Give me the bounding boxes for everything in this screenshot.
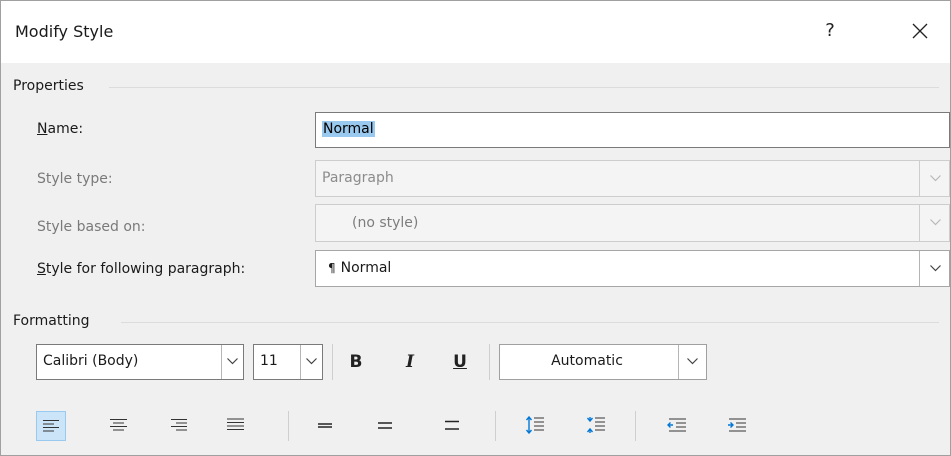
style-type-dropdown-button[interactable]	[919, 161, 949, 196]
chevron-down-icon	[306, 358, 317, 365]
font-color-combo[interactable]: Automatic	[499, 344, 707, 380]
following-paragraph-select[interactable]: ¶ Normal	[315, 250, 950, 287]
toolbar-separator	[332, 344, 333, 380]
style-based-on-label: Style based on:	[37, 219, 146, 235]
close-icon	[912, 23, 928, 39]
increase-paragraph-spacing-button[interactable]	[520, 411, 550, 441]
increase-indent-button[interactable]	[721, 411, 751, 441]
double-spacing-button[interactable]	[438, 411, 468, 441]
toolbar-separator	[288, 411, 289, 441]
decrease-indent-icon	[667, 418, 686, 432]
increase-indent-icon	[728, 418, 746, 432]
name-label-mnemonic: N	[37, 121, 48, 137]
decrease-spacing-icon	[587, 417, 605, 433]
following-label-mnemonic: S	[37, 261, 46, 277]
title-bar: Modify Style ?	[1, 1, 950, 63]
name-input[interactable]: Normal	[315, 112, 950, 148]
chevron-down-icon	[687, 358, 698, 365]
style-type-value: Paragraph	[322, 170, 394, 186]
justify-icon	[227, 418, 244, 431]
formatting-divider	[121, 322, 939, 323]
following-label-rest: tyle for following paragraph:	[45, 261, 246, 277]
name-label: Name:	[37, 121, 83, 137]
name-label-rest: ame:	[47, 121, 84, 137]
single-spacing-icon	[318, 423, 332, 428]
chevron-down-icon	[930, 219, 941, 226]
bold-button[interactable]: B	[341, 347, 371, 377]
dialog-title: Modify Style	[15, 22, 114, 41]
align-right-button[interactable]	[164, 411, 194, 441]
paragraph-mark-icon: ¶	[328, 261, 336, 275]
following-paragraph-dropdown-button[interactable]	[919, 251, 949, 286]
double-spacing-icon	[445, 420, 459, 430]
style-type-label: Style type:	[37, 171, 113, 187]
font-color-dropdown-button[interactable]	[678, 345, 706, 379]
font-size-value: 11	[260, 353, 278, 369]
name-selected-text: Normal	[322, 121, 375, 137]
chevron-down-icon	[227, 358, 238, 365]
properties-section-title: Properties	[13, 78, 84, 94]
decrease-indent-button[interactable]	[661, 411, 691, 441]
chevron-down-icon	[930, 174, 941, 181]
one-half-spacing-button[interactable]	[371, 411, 401, 441]
font-name-dropdown-button[interactable]	[221, 345, 243, 379]
following-paragraph-label: Style for following paragraph:	[37, 261, 245, 277]
properties-divider	[109, 87, 939, 88]
font-size-combo[interactable]: 11	[253, 344, 323, 380]
justify-button[interactable]	[221, 411, 251, 441]
increase-spacing-icon	[526, 416, 544, 434]
italic-button[interactable]: I	[395, 347, 425, 377]
toolbar-separator	[635, 411, 636, 441]
name-input-value: Normal	[322, 121, 375, 137]
help-button[interactable]: ?	[813, 13, 847, 49]
close-button[interactable]	[900, 13, 940, 49]
chevron-down-icon	[930, 264, 941, 271]
decrease-paragraph-spacing-button[interactable]	[581, 411, 611, 441]
underline-button[interactable]: U	[445, 347, 475, 377]
align-right-icon	[171, 418, 187, 431]
single-spacing-button[interactable]	[311, 411, 341, 441]
modify-style-dialog: Modify Style ? Properties Name: Normal S…	[0, 0, 951, 456]
following-paragraph-text: Normal	[340, 260, 392, 276]
align-center-icon	[110, 418, 127, 431]
style-based-on-select[interactable]: (no style)	[315, 204, 950, 242]
font-color-value: Automatic	[551, 353, 623, 369]
one-half-spacing-icon	[378, 422, 392, 429]
style-based-on-dropdown-button[interactable]	[919, 205, 949, 241]
font-name-combo[interactable]: Calibri (Body)	[36, 344, 244, 380]
following-paragraph-value: ¶ Normal	[328, 260, 391, 276]
toolbar-separator	[495, 411, 496, 441]
style-based-on-value: (no style)	[352, 215, 419, 231]
align-left-button[interactable]	[36, 411, 66, 441]
formatting-section-title: Formatting	[13, 313, 90, 329]
align-center-button[interactable]	[104, 411, 134, 441]
align-left-icon	[43, 419, 59, 432]
style-type-select[interactable]: Paragraph	[315, 160, 950, 197]
font-name-value: Calibri (Body)	[43, 353, 139, 369]
font-size-dropdown-button[interactable]	[300, 345, 322, 379]
